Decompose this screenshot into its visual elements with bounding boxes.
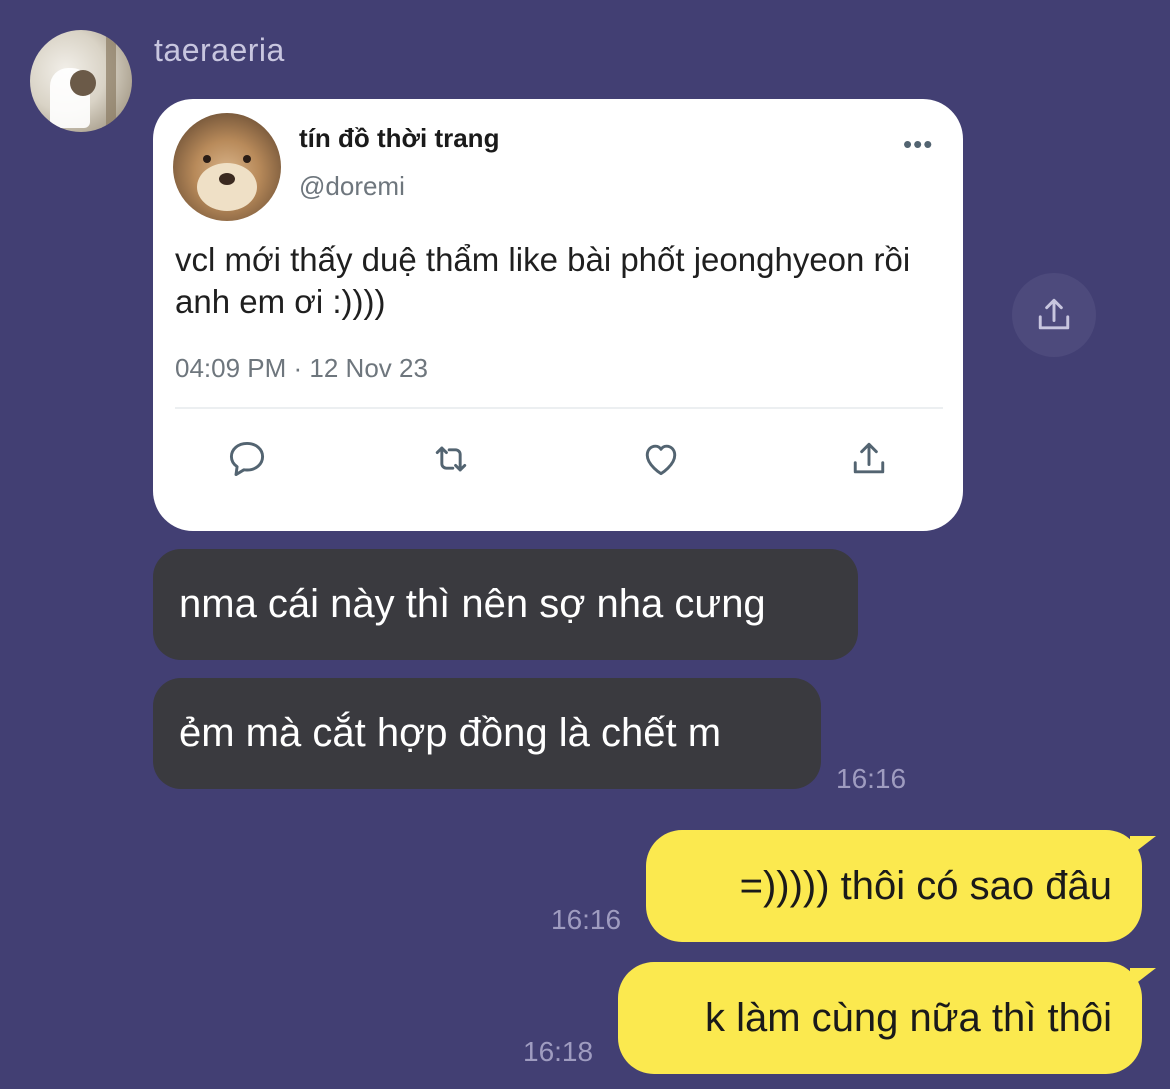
message-text: ẻm mà cắt hợp đồng là chết m [179,711,722,755]
outgoing-message[interactable]: =))))) thôi có sao đâu [646,830,1142,942]
tweet-author-name: tín đồ thời trang [299,123,500,153]
message-text: nma cái này thì nên sợ nha cưng [179,582,766,626]
message-timestamp: 16:16 [551,904,622,935]
sender-avatar[interactable] [30,30,132,132]
tweet-author-handle: @doremi [299,171,405,201]
reply-icon[interactable] [225,437,269,481]
bubble-tail [1130,968,1156,988]
message-text: k làm cùng nữa thì thôi [705,995,1112,1040]
share-icon[interactable] [847,437,891,481]
bubble-tail [1130,836,1156,856]
message-text: =))))) thôi có sao đâu [739,863,1112,908]
tweet-divider [175,407,943,409]
message-timestamp: 16:16 [836,763,907,794]
outgoing-message[interactable]: k làm cùng nữa thì thôi [618,962,1142,1074]
tweet-text: vcl mới thấy duệ thẩm like bài phốt jeon… [175,241,911,320]
share-icon [1038,298,1070,330]
incoming-message[interactable]: nma cái này thì nên sợ nha cưng [153,549,858,660]
tweet-author-avatar [173,113,281,221]
incoming-message[interactable]: ẻm mà cắt hợp đồng là chết m [153,678,821,789]
sender-name: taeraeria [154,32,285,68]
tweet-timestamp: 04:09 PM · 12 Nov 23 [175,353,428,383]
like-icon[interactable] [639,437,683,481]
more-options-icon[interactable]: ••• [903,129,933,159]
retweet-icon[interactable] [429,437,473,481]
message-timestamp: 16:18 [523,1036,594,1067]
share-button[interactable] [1012,273,1096,357]
shared-tweet-card[interactable]: tín đồ thời trang @doremi ••• vcl mới th… [153,99,963,531]
